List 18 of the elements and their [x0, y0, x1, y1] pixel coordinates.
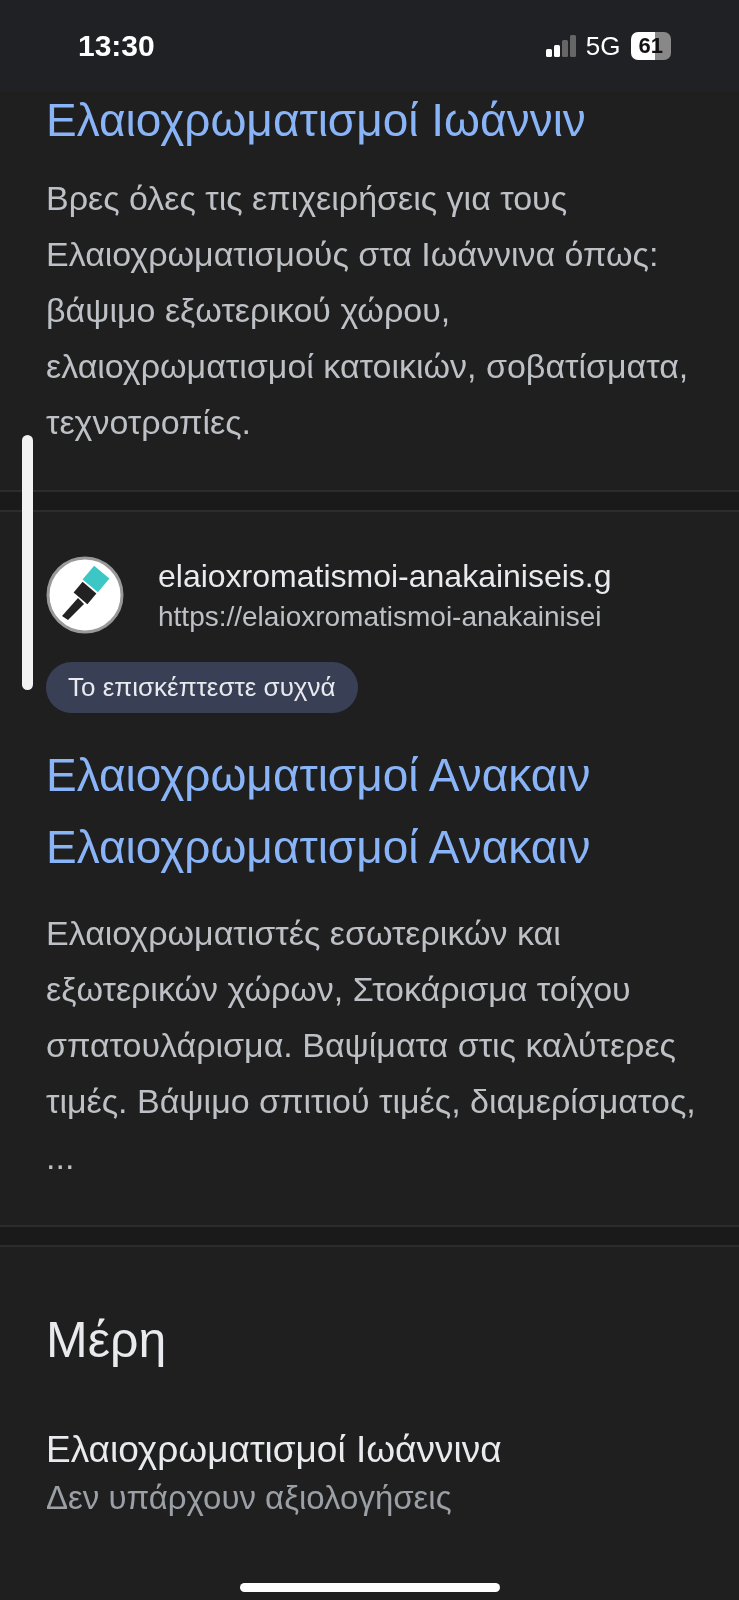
network-label: 5G — [585, 30, 621, 62]
section-heading: Μέρη — [46, 1311, 167, 1369]
result-snippet: Ελαιοχρωματιστές εσωτερικών και εξωτερικών χώρων, Στοκάρισμα τοίχου σπατουλάρισμα. Βαψίματα στις καλύτερες τιμές. Βάψιμο σπιτιού τιμές, διαμερίσματος, ... — [46, 913, 697, 1178]
clock: 13:30 — [78, 29, 155, 63]
battery-indicator: 61 — [630, 32, 671, 60]
home-indicator[interactable] — [240, 1583, 500, 1592]
visited-badge: Το επισκέπτεστε συχνά — [46, 662, 358, 713]
site-url[interactable]: https://elaioxromatismoi-anakainisei — [158, 600, 612, 633]
rating-text: Δεν υπάρχουν αξιολογήσεις — [46, 1479, 452, 1517]
site-name[interactable]: elaioxromatismoi-anakainiseis.g — [158, 557, 612, 595]
signal-icon — [545, 35, 576, 57]
result-title[interactable]: Ελαιοχρωματισμοί Ανακαιν — [46, 739, 739, 811]
place-name[interactable]: Ελαιοχρωματισμοί Ιωάννινα — [46, 1429, 502, 1471]
result-snippet: Βρες όλες τις επιχειρήσεις για τους Ελαιοχρωματισμούς στα Ιωάννινα όπως: βάψιμο εξωτερικού χώρου, ελαιοχρωματισμοί κατοικιών, σοβατίσματα, τεχνοτροπίες. — [46, 178, 690, 443]
paint-brush-icon[interactable] — [46, 556, 124, 634]
result-title[interactable]: Ελαιοχρωματισμοί Ιωάννιν — [46, 94, 739, 146]
result-title[interactable]: Ελαιοχρωματισμοί Ανακαιν — [46, 811, 739, 883]
scrollbar[interactable] — [22, 435, 33, 690]
